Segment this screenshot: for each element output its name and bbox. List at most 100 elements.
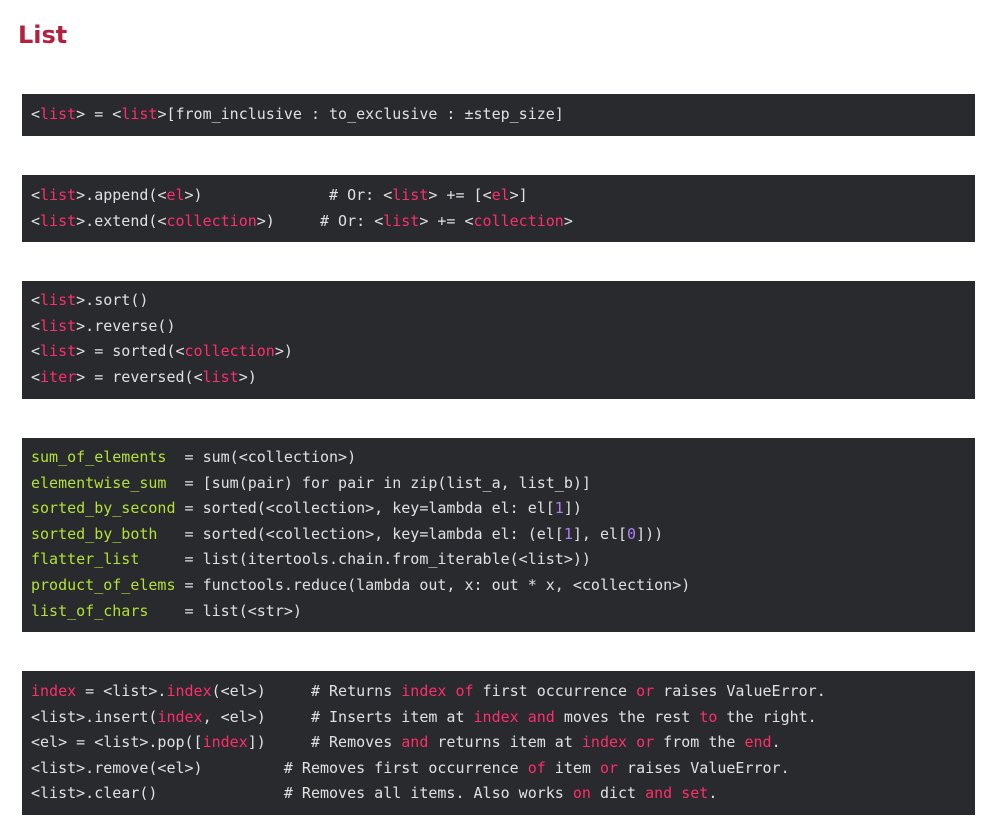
code-line: sum_of_elements = sum(<collection>) <box>31 445 966 471</box>
code-text: < <box>31 342 41 361</box>
code-keyword: to <box>699 707 718 726</box>
code-text: < <box>31 316 41 335</box>
code-keyword: list <box>40 211 77 230</box>
code-text: < <box>374 211 384 230</box>
code-number: 1 <box>563 524 573 543</box>
code-text: > = sorted( <box>76 342 176 361</box>
code-variable: sum_of_elements <box>31 448 167 466</box>
code-variable: flatter_list <box>31 550 140 569</box>
code-text: > = reversed( <box>76 367 194 386</box>
code-keyword: collection <box>473 211 564 230</box>
code-text: from the <box>654 733 745 752</box>
code-line: <list>.extend(<collection>) # Or: <list>… <box>31 209 966 235</box>
code-text: >.reverse() <box>76 316 176 335</box>
code-text: = <list>. <box>76 682 167 700</box>
code-keyword: index <box>473 707 519 726</box>
code-line: <list> = sorted(<collection>) <box>31 339 966 365</box>
code-text: >.sort() <box>76 291 149 309</box>
code-keyword: end <box>744 733 772 752</box>
code-keyword: on <box>572 784 591 803</box>
code-keyword: index <box>157 707 203 726</box>
code-line: <list>.append(<el>) # Or: <list> += [<el… <box>31 183 966 209</box>
code-keyword: and <box>645 784 673 803</box>
code-text: [from_inclusive : to_exclusive : ±step_s… <box>166 105 564 123</box>
code-line: index = <list>.index(<el>) # Returns ind… <box>31 679 966 705</box>
code-line: <list>.clear() # Removes all items. Also… <box>31 781 966 807</box>
code-text: # Removes first occurrence <box>202 758 528 777</box>
code-keyword: and <box>401 733 429 752</box>
code-text: # Inserts item at <box>265 707 474 726</box>
code-keyword: collection <box>184 342 275 361</box>
code-keyword: list <box>40 186 77 204</box>
code-keyword: collection <box>166 211 257 230</box>
code-text: ], el[ <box>572 524 628 543</box>
code-text: # Removes <box>265 733 402 752</box>
code-text: < <box>482 186 492 204</box>
code-keyword: list <box>121 105 158 123</box>
code-text: . <box>708 784 718 803</box>
code-text: # Or: <box>202 186 384 204</box>
code-keyword: list <box>40 316 77 335</box>
code-keyword: list <box>392 186 429 204</box>
code-text: # Returns <box>265 682 402 700</box>
code-variable: list_of_chars <box>31 601 149 620</box>
code-keyword: index <box>166 682 212 700</box>
code-text: moves the rest <box>554 707 700 726</box>
code-text: = sorted(<collection>, key=lambda el: (e… <box>157 524 564 543</box>
code-line: <list>.insert(index, <el>) # Inserts ite… <box>31 705 966 731</box>
code-variable: sorted_by_second <box>31 499 176 518</box>
code-text: < <box>31 367 41 386</box>
code-text: < <box>193 367 203 386</box>
code-text: >) <box>184 186 203 204</box>
code-keyword: list <box>40 291 77 309</box>
code-text: = sum(<collection>) <box>166 448 357 466</box>
code-text: >) <box>238 367 257 386</box>
code-text: = sorted(<collection>, key=lambda el: el… <box>175 499 555 518</box>
code-keyword: and <box>527 707 555 726</box>
code-text: < <box>31 211 41 230</box>
code-variable: elementwise_sum <box>31 473 167 492</box>
code-text: <list>.insert( <box>31 707 158 726</box>
code-text: >) <box>256 211 275 230</box>
code-text: > += <box>419 211 465 230</box>
code-text: ]) <box>563 499 582 518</box>
code-text: returns item at <box>428 733 582 752</box>
code-text: < <box>31 291 41 309</box>
code-block-append-extend: <list>.append(<el>) # Or: <list> += [<el… <box>22 175 975 242</box>
code-text: item <box>545 758 600 777</box>
code-number: 0 <box>627 524 637 543</box>
code-text: = [sum(pair) for pair in zip(list_a, lis… <box>166 473 591 492</box>
code-keyword: iter <box>40 367 77 386</box>
code-line: <el> = <list>.pop([index]) # Removes and… <box>31 730 966 756</box>
code-text: dict <box>590 784 646 803</box>
code-text: # Or: <box>274 211 375 230</box>
code-keyword: index <box>581 733 628 752</box>
code-text: ])) <box>636 524 664 543</box>
code-text: > <box>563 211 573 230</box>
code-text: (<el>) <box>211 682 266 700</box>
code-text: >] <box>509 186 528 204</box>
code-text: < <box>175 342 185 361</box>
code-text: <el> = <list>.pop([ <box>31 733 203 752</box>
code-text: raises ValueError. <box>618 758 790 777</box>
code-text: <list>.clear() <box>31 784 158 803</box>
code-keyword: el <box>166 186 185 204</box>
code-text: <list>.remove(<el>) <box>31 758 203 777</box>
code-text: . <box>771 733 781 752</box>
code-line: flatter_list = list(itertools.chain.from… <box>31 547 966 573</box>
code-text: = list(<str>) <box>148 601 302 620</box>
code-number: 1 <box>554 499 564 518</box>
code-line: <list> = <list>[from_inclusive : to_excl… <box>31 102 966 128</box>
code-keyword: index <box>202 733 248 752</box>
code-block-aggregates: sum_of_elements = sum(<collection>) eleme… <box>22 438 975 632</box>
code-text: ]) <box>247 733 266 752</box>
code-text: # Removes all items. Also works <box>157 784 573 803</box>
code-text: >) <box>274 342 293 361</box>
code-keyword: index <box>31 682 77 700</box>
code-line: <list>.remove(<el>) # Removes first occu… <box>31 756 966 782</box>
code-line: <list>.sort() <box>31 288 966 314</box>
code-text: < <box>31 186 41 204</box>
